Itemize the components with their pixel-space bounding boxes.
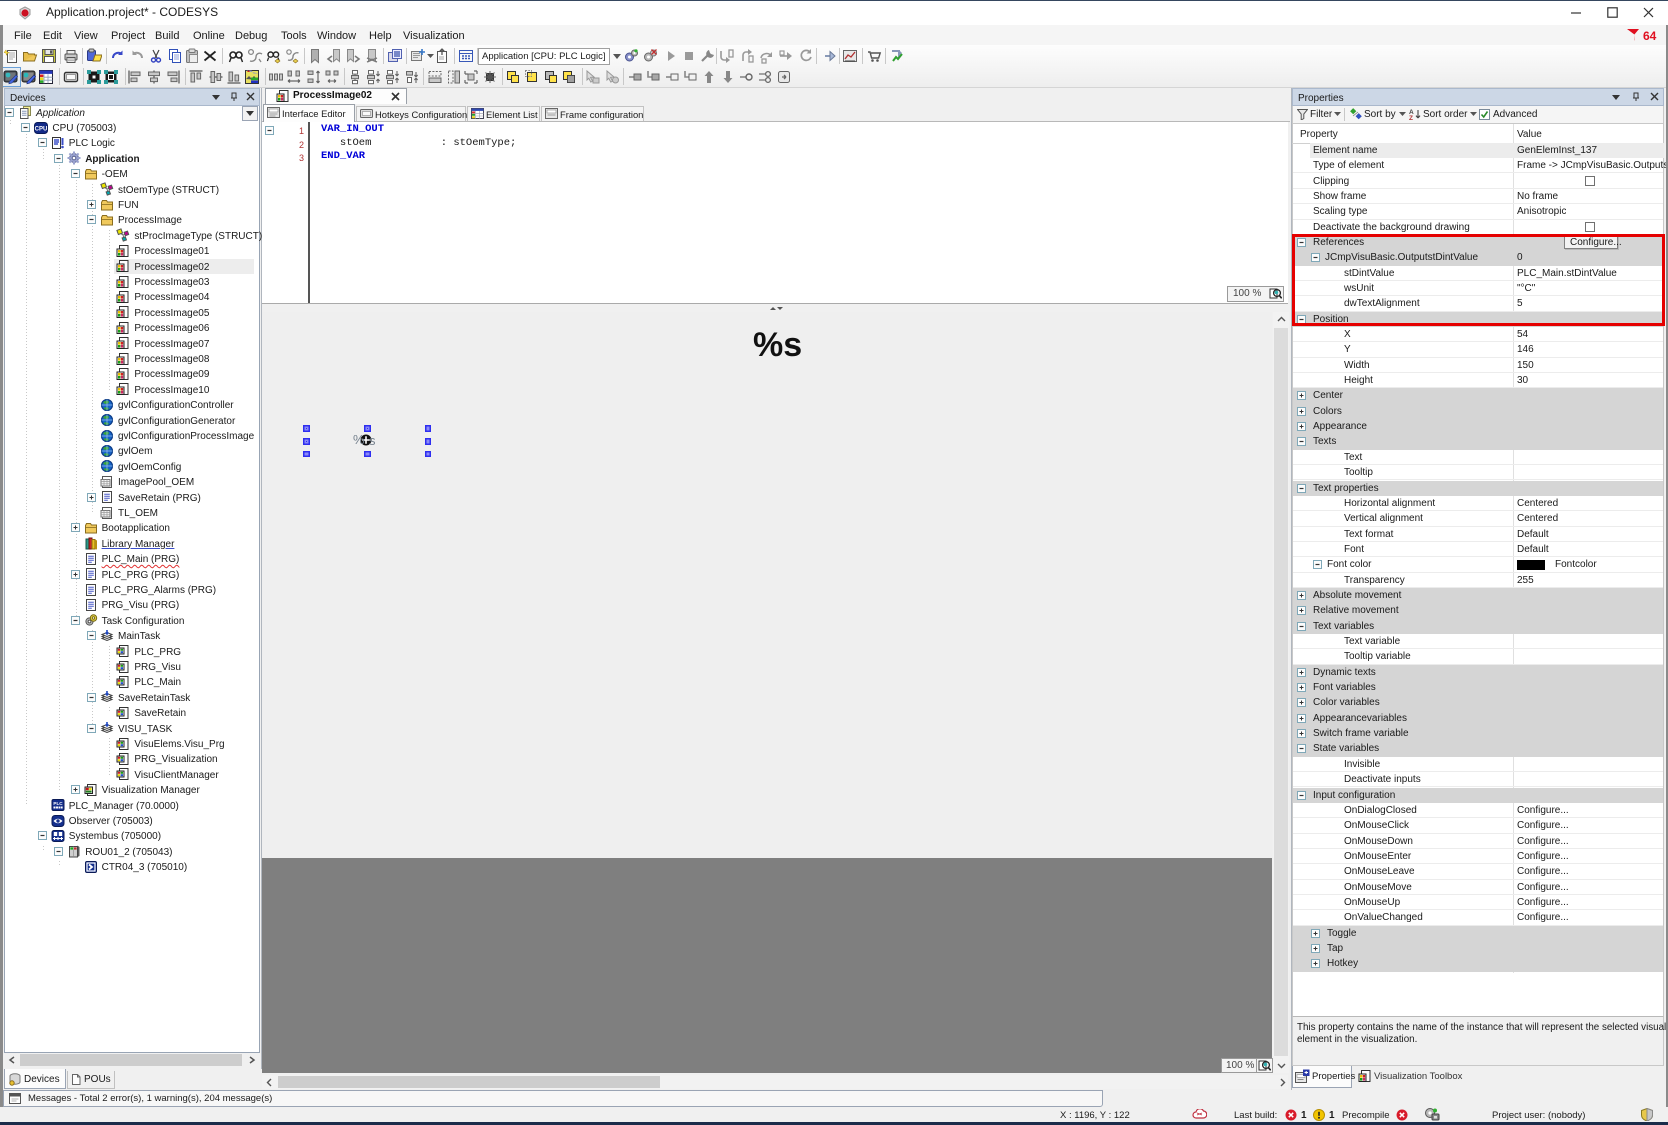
svg-text:Z: Z bbox=[1409, 115, 1413, 120]
svg-text:PLC: PLC bbox=[53, 801, 63, 806]
svg-text:CPU: CPU bbox=[35, 126, 48, 132]
